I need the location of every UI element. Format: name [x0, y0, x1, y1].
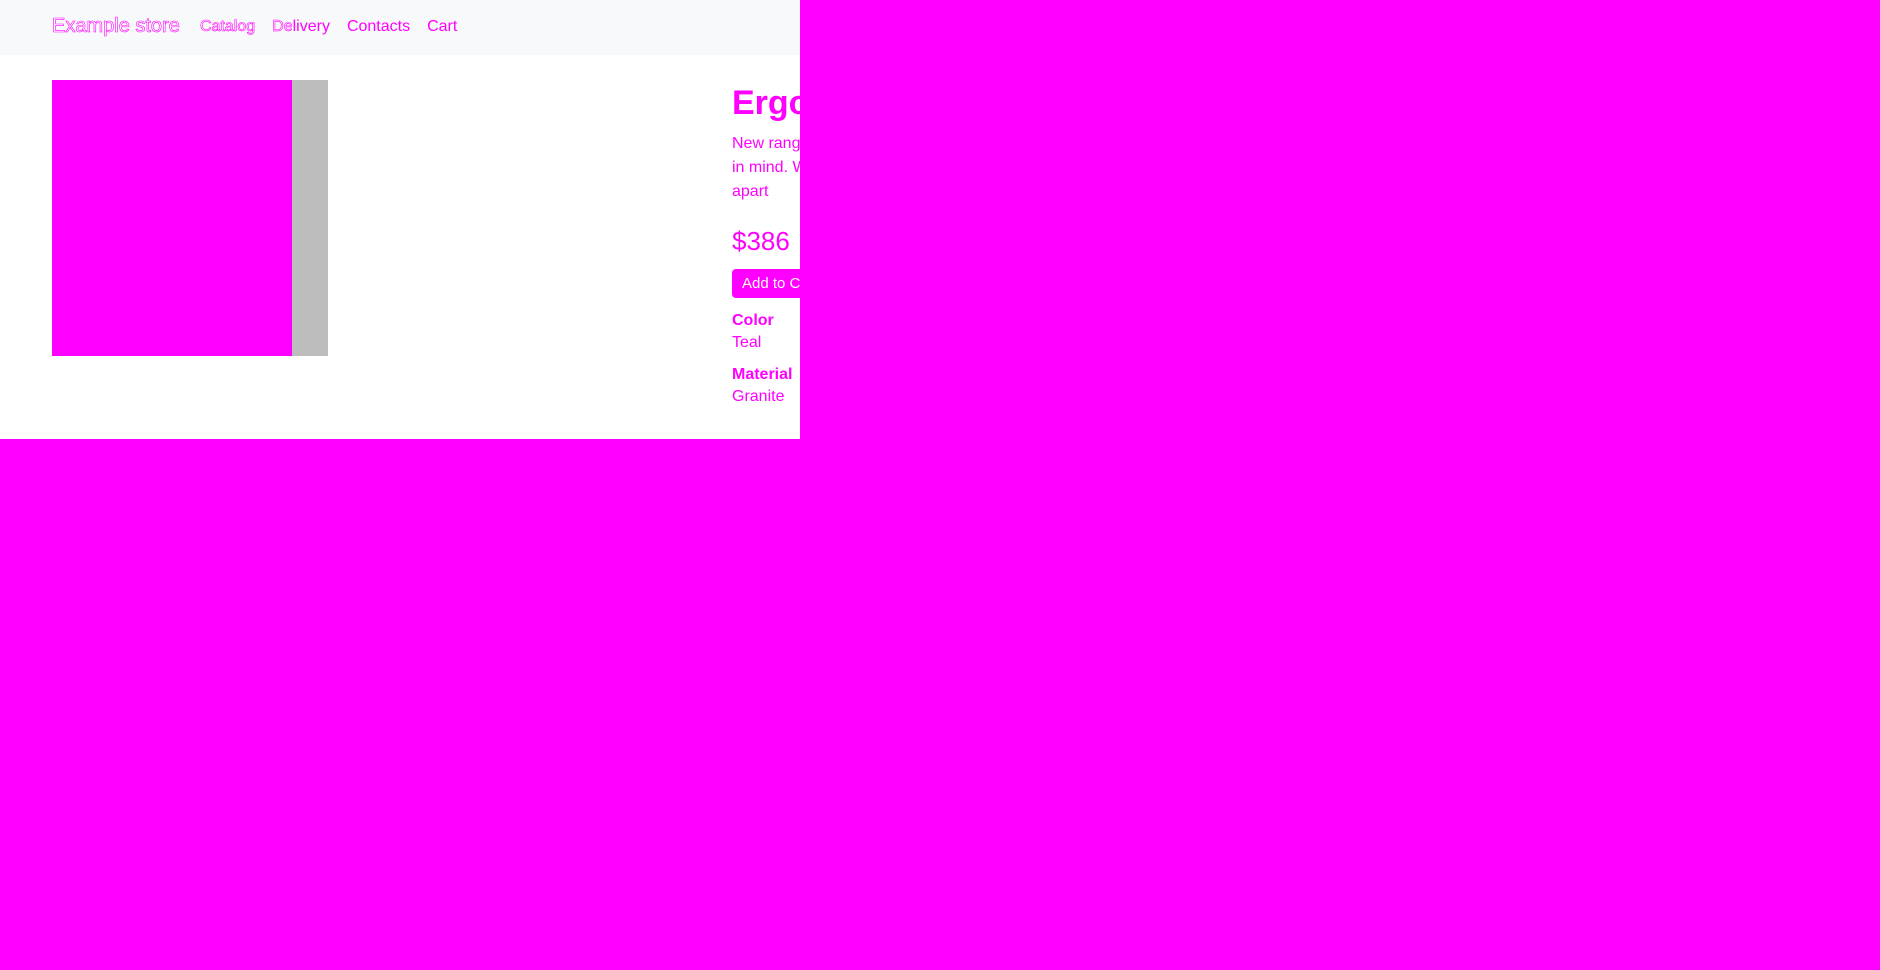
spec-value-material: Granite — [732, 388, 785, 405]
spec-label-material: Material — [732, 366, 793, 383]
product-info: Ergonomic Gloves New range of formal shi… — [732, 82, 800, 406]
product-thumbnail-strip — [292, 80, 328, 356]
add-to-cart-button[interactable]: Add to Cart — [732, 269, 800, 298]
nav-link-cart[interactable]: Cart — [427, 18, 457, 36]
product-image — [52, 80, 292, 356]
brand-logo[interactable]: Example store — [52, 15, 180, 38]
product-title: Ergonomic Gloves — [732, 84, 800, 122]
product-price: $386 — [732, 226, 790, 256]
navbar: Example store Catalog Delivery Contacts … — [292, 0, 800, 55]
store-page-right-copy: Example store Catalog Delivery Contacts … — [292, 0, 800, 439]
nav-link-contacts[interactable]: Contacts — [347, 18, 410, 36]
nav-link-catalog[interactable]: Catalog — [200, 18, 256, 36]
spec-value-color: Teal — [732, 334, 762, 351]
nav-links: Catalog Delivery Contacts Cart — [292, 18, 457, 36]
product-description: New range of formal shirts are designed … — [732, 135, 800, 200]
spec-label-color: Color — [732, 312, 774, 329]
nav-link-delivery[interactable]: Delivery — [292, 18, 330, 36]
